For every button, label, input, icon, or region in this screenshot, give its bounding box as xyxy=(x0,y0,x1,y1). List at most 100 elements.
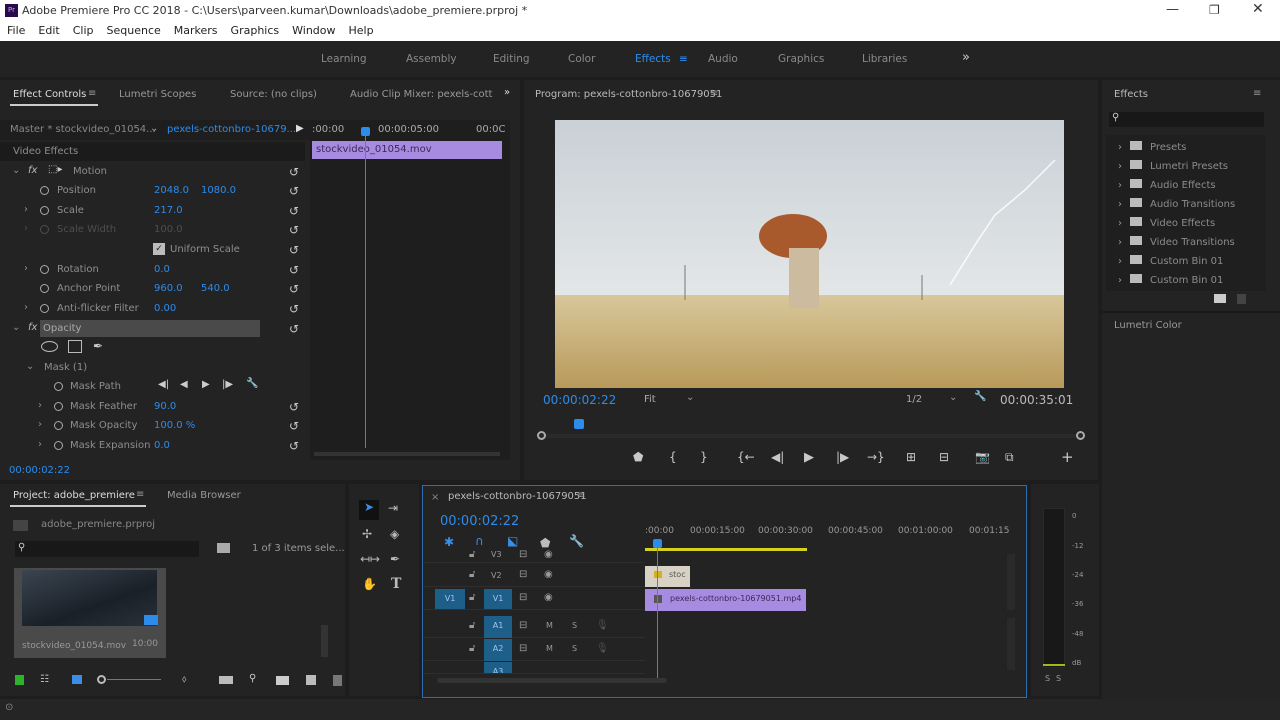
add-button-icon[interactable]: + xyxy=(1061,448,1074,466)
slip-tool-icon[interactable]: ↤↦ xyxy=(360,552,380,566)
playhead-line[interactable] xyxy=(365,134,366,448)
opacity-row[interactable]: ⌄ fx Opacity ↺ xyxy=(0,319,305,338)
mask-row[interactable]: ⌄ Mask (1) xyxy=(0,358,305,377)
workspace-menu-icon[interactable]: ≡ xyxy=(679,53,688,65)
motion-transform-icon[interactable]: ⬚▸ xyxy=(48,164,62,175)
solo-button[interactable]: S xyxy=(572,644,577,653)
sync-icon[interactable]: ⊟ xyxy=(519,643,527,654)
mask-feather-value[interactable]: 90.0 xyxy=(154,401,176,412)
selection-tool-icon[interactable]: ➤ xyxy=(359,500,379,520)
solo-right-button[interactable]: S xyxy=(1056,674,1061,683)
panel-menu-icon[interactable]: ≡ xyxy=(88,88,96,99)
out-handle[interactable] xyxy=(1076,431,1085,440)
play-button[interactable]: ▶ xyxy=(804,450,814,465)
playhead-handle[interactable] xyxy=(361,127,370,136)
sequence-tab[interactable]: pexels-cottonbro-10679051 xyxy=(448,491,587,502)
find-icon[interactable]: ⚲ xyxy=(249,673,256,684)
track-target-a2[interactable]: A2 xyxy=(484,639,512,661)
add-marker-icon[interactable]: ⬟ xyxy=(633,450,643,464)
menu-window[interactable]: Window xyxy=(292,24,335,37)
chevron-down-icon[interactable]: ⌄ xyxy=(686,392,694,403)
menu-help[interactable]: Help xyxy=(349,24,374,37)
reset-icon[interactable]: ↺ xyxy=(289,223,299,237)
minimize-button[interactable]: — xyxy=(1166,2,1179,17)
sequence-clip-link[interactable]: pexels-cottonbro-10679... xyxy=(167,124,296,135)
workspace-editing[interactable]: Editing xyxy=(493,53,530,65)
sync-icon[interactable]: ⊟ xyxy=(519,620,527,631)
rectangle-mask-icon[interactable] xyxy=(68,340,82,353)
clip-bar[interactable]: stockvideo_01054.mov xyxy=(312,141,502,159)
mark-out-icon[interactable]: } xyxy=(700,450,708,464)
step-forward-icon[interactable]: |▶ xyxy=(836,450,849,464)
project-search-input[interactable]: ⚲ xyxy=(15,541,199,557)
razor-tool-icon[interactable]: ◈ xyxy=(390,527,399,541)
lock-icon[interactable] xyxy=(15,675,24,685)
lock-icon[interactable]: 🔓︎ xyxy=(469,569,475,580)
expand-chevron-icon[interactable]: ⌄ xyxy=(26,361,34,372)
expand-chevron-icon[interactable]: › xyxy=(38,400,42,411)
reset-icon[interactable]: ↺ xyxy=(289,184,299,198)
mic-icon[interactable]: 🎙︎ xyxy=(596,643,609,654)
menu-graphics[interactable]: Graphics xyxy=(231,24,280,37)
program-timecode[interactable]: 00:00:02:22 xyxy=(543,393,616,407)
panel-menu-icon[interactable]: ≡ xyxy=(710,88,718,99)
step-back-icon[interactable]: ◀| xyxy=(771,450,784,464)
linked-selection-icon[interactable]: ⬕ xyxy=(507,534,518,548)
new-item-icon[interactable] xyxy=(306,675,316,685)
anchor-y-value[interactable]: 540.0 xyxy=(201,283,230,294)
tab-media-browser[interactable]: Media Browser xyxy=(167,490,241,501)
uniform-scale-checkbox[interactable]: ✓ xyxy=(153,243,165,255)
in-handle[interactable] xyxy=(537,431,546,440)
effects-item[interactable]: › Custom Bin 01 xyxy=(1118,255,1223,267)
vertical-scrollbar[interactable] xyxy=(321,625,328,657)
menu-markers[interactable]: Markers xyxy=(174,24,218,37)
expand-chevron-icon[interactable]: › xyxy=(38,419,42,430)
work-area-bar[interactable] xyxy=(645,548,807,551)
menu-edit[interactable]: Edit xyxy=(38,24,59,37)
stopwatch-icon[interactable] xyxy=(40,265,49,274)
list-view-icon[interactable]: ☷ xyxy=(40,674,49,685)
play-triangle-icon[interactable]: ▶ xyxy=(296,123,304,134)
mute-button[interactable]: M xyxy=(546,644,553,653)
workspace-color[interactable]: Color xyxy=(568,53,595,65)
nest-icon[interactable]: ✱ xyxy=(444,535,454,549)
expand-chevron-icon[interactable]: ⌄ xyxy=(12,322,20,333)
stopwatch-icon[interactable] xyxy=(54,402,63,411)
wrench-icon[interactable]: 🔧 xyxy=(246,378,258,389)
position-x-value[interactable]: 2048.0 xyxy=(154,185,189,196)
eye-icon[interactable]: ◉ xyxy=(544,549,553,560)
reset-icon[interactable]: ↺ xyxy=(289,263,299,277)
lock-icon[interactable]: 🔓︎ xyxy=(469,592,475,603)
find-bin-icon[interactable] xyxy=(217,543,230,553)
mask-expansion-value[interactable]: 0.0 xyxy=(154,440,170,451)
sync-icon[interactable]: ⊟ xyxy=(519,569,527,580)
zoom-slider-handle[interactable] xyxy=(97,675,106,684)
delete-icon[interactable] xyxy=(1237,294,1246,304)
position-y-value[interactable]: 1080.0 xyxy=(201,185,236,196)
lumetri-color-tab[interactable]: Lumetri Color xyxy=(1114,320,1182,331)
reset-icon[interactable]: ↺ xyxy=(289,165,299,179)
new-bin-icon[interactable] xyxy=(276,676,289,685)
stopwatch-icon[interactable] xyxy=(54,382,63,391)
lock-icon[interactable]: 🔓︎ xyxy=(469,620,475,631)
scrollbar[interactable] xyxy=(314,452,500,456)
extract-icon[interactable]: ⊟ xyxy=(939,450,949,464)
panel-menu-icon[interactable]: ≡ xyxy=(136,489,144,500)
expand-chevron-icon[interactable]: › xyxy=(24,204,28,215)
track-target-a3[interactable]: A3 xyxy=(484,662,512,673)
workspace-libraries[interactable]: Libraries xyxy=(862,53,907,65)
mic-icon[interactable]: 🎙︎ xyxy=(596,620,609,631)
tab-audio-clip-mixer[interactable]: Audio Clip Mixer: pexels-cott xyxy=(350,89,492,100)
pen-tool-icon[interactable]: ✒ xyxy=(390,552,400,566)
solo-button[interactable]: S xyxy=(572,621,577,630)
rotation-value[interactable]: 0.0 xyxy=(154,264,170,275)
scale-value[interactable]: 217.0 xyxy=(154,205,183,216)
ripple-edit-tool-icon[interactable]: ✢ xyxy=(362,527,372,541)
export-frame-camera-icon[interactable]: 📷 xyxy=(975,450,990,464)
stopwatch-icon[interactable] xyxy=(40,284,49,293)
restore-button[interactable]: ❐ xyxy=(1209,3,1220,17)
reset-icon[interactable]: ↺ xyxy=(289,439,299,453)
stopwatch-icon[interactable] xyxy=(54,441,63,450)
panel-menu-icon[interactable]: ≡ xyxy=(1253,88,1261,99)
type-tool-icon[interactable]: T xyxy=(391,576,401,592)
